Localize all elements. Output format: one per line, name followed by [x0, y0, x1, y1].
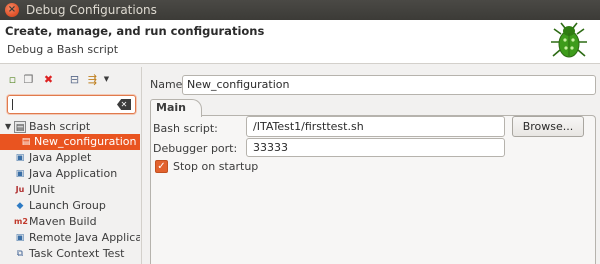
- dialog-title: Create, manage, and run configurations: [5, 24, 265, 38]
- config-toolbar: ▫ ❐ ✖ ⊟ ⇶ ▼: [4, 71, 134, 89]
- name-label: Name:: [150, 78, 187, 91]
- tab-main[interactable]: Main: [150, 99, 202, 117]
- new-config-icon[interactable]: ▫: [6, 73, 19, 86]
- dialog-subtitle: Debug a Bash script: [7, 43, 119, 56]
- collapse-all-icon[interactable]: ⊟: [68, 73, 81, 86]
- debugger-port-field[interactable]: 33333: [246, 138, 505, 157]
- bash-config-icon: ▤: [21, 137, 31, 147]
- configuration-editor: Name: New_configuration Main Bash script…: [146, 67, 600, 264]
- launch-group-icon: ◆: [16, 201, 24, 211]
- tree-item-java-application[interactable]: ▣ Java Application: [0, 166, 140, 182]
- tree-item-java-applet[interactable]: ▣ Java Applet: [0, 150, 140, 166]
- window-titlebar: × Debug Configurations: [0, 0, 600, 20]
- maven-icon: m2: [14, 217, 28, 226]
- clear-filter-icon[interactable]: ✕: [117, 99, 131, 110]
- tree-item-task-context-test[interactable]: ⧉ Task Context Test: [0, 246, 140, 262]
- panel-splitter[interactable]: [141, 67, 145, 264]
- tree-item-bash-script[interactable]: ▼ ▤ Bash script: [0, 119, 140, 135]
- expand-arrow-icon[interactable]: ▼: [5, 119, 11, 135]
- bash-script-label: Bash script:: [153, 122, 218, 135]
- configuration-list-panel: ▫ ❐ ✖ ⊟ ⇶ ▼ ✕ ▼ ▤ Bash script ▤ New_conf…: [0, 67, 140, 264]
- tab-strip: Main: [146, 99, 600, 117]
- text-caret: [12, 99, 13, 110]
- bash-script-field[interactable]: /ITATest1/firsttest.sh: [246, 116, 505, 137]
- duplicate-config-icon[interactable]: ❐: [22, 73, 35, 86]
- stop-on-startup-label: Stop on startup: [173, 160, 259, 173]
- java-applet-icon: ▣: [15, 153, 25, 163]
- remote-java-icon: ▣: [15, 233, 25, 243]
- debug-bug-icon: [551, 22, 587, 58]
- stop-on-startup-checkbox[interactable]: ✓: [155, 160, 168, 173]
- java-application-icon: ▣: [15, 169, 25, 179]
- debugger-port-label: Debugger port:: [153, 142, 238, 155]
- tree-item-remote-java-application[interactable]: ▣ Remote Java Application: [0, 230, 140, 246]
- tree-item-maven-build[interactable]: m2 Maven Build: [0, 214, 140, 230]
- junit-icon: Ju: [15, 185, 25, 194]
- delete-config-icon[interactable]: ✖: [42, 73, 55, 86]
- task-context-icon: ⧉: [16, 249, 24, 259]
- bash-script-icon: ▤: [14, 121, 26, 133]
- tree-item-junit[interactable]: Ju JUnit: [0, 182, 140, 198]
- tree-item-new-configuration[interactable]: ▤ New_configuration: [0, 134, 140, 150]
- close-icon[interactable]: ×: [5, 3, 19, 17]
- name-field[interactable]: New_configuration: [182, 75, 596, 95]
- tree-item-launch-group[interactable]: ◆ Launch Group: [0, 198, 140, 214]
- dialog-header: Create, manage, and run configurations D…: [0, 20, 600, 64]
- filter-config-icon[interactable]: ⇶: [86, 73, 99, 86]
- filter-input[interactable]: ✕: [7, 95, 136, 114]
- window-title: Debug Configurations: [26, 3, 157, 17]
- browse-button[interactable]: Browse...: [512, 116, 584, 137]
- chevron-down-icon[interactable]: ▼: [100, 73, 113, 86]
